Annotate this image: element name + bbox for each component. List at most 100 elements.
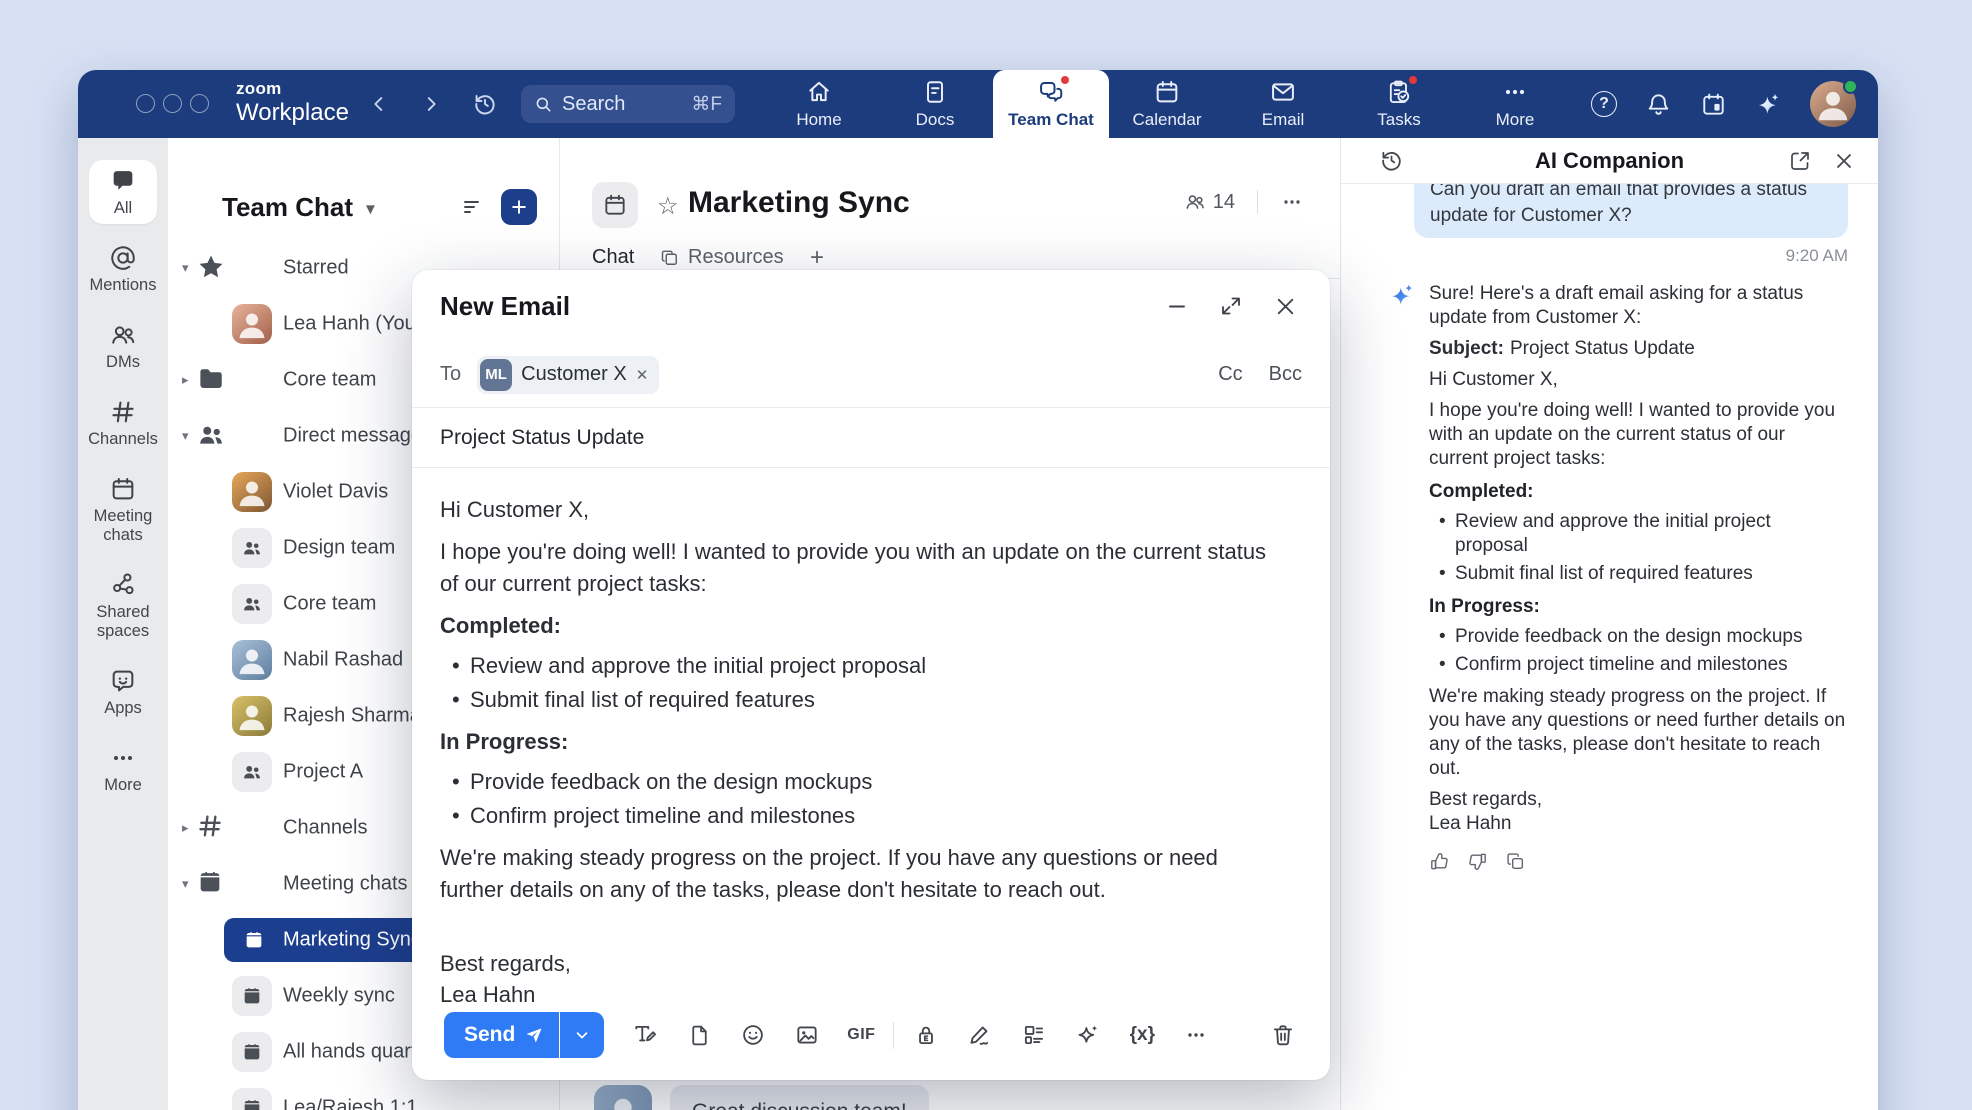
rail-item-all[interactable]: All bbox=[89, 160, 157, 224]
subject-field[interactable]: Project Status Update bbox=[412, 408, 1330, 468]
gif-icon[interactable]: GIF bbox=[834, 1013, 888, 1057]
member-count[interactable]: 14 bbox=[1184, 191, 1235, 214]
cc-button[interactable]: Cc bbox=[1218, 363, 1242, 386]
nav-tab-more[interactable]: More bbox=[1457, 70, 1573, 138]
expand-icon[interactable] bbox=[1219, 294, 1243, 318]
signature-icon[interactable] bbox=[953, 1013, 1007, 1057]
ai-response: Sure! Here's a draft email asking for a … bbox=[1429, 282, 1848, 872]
close-icon[interactable] bbox=[1832, 149, 1856, 173]
tab-chat[interactable]: Chat bbox=[592, 246, 634, 269]
list-item: Review and approve the initial project p… bbox=[440, 650, 1286, 682]
rail-item-mentions[interactable]: Mentions bbox=[90, 244, 157, 295]
bcc-button[interactable]: Bcc bbox=[1269, 363, 1302, 386]
message-bubble: Great discussion team! bbox=[670, 1085, 929, 1110]
encrypt-lock-icon[interactable] bbox=[899, 1013, 953, 1057]
channel-calendar-icon bbox=[592, 182, 638, 228]
remove-recipient-icon[interactable]: ✕ bbox=[636, 366, 649, 384]
discard-trash-icon[interactable] bbox=[1256, 1013, 1310, 1057]
caret-down-icon[interactable]: ▾ bbox=[182, 876, 189, 892]
open-external-icon[interactable] bbox=[1788, 149, 1812, 173]
tasks-badge bbox=[1407, 74, 1419, 86]
attach-file-icon[interactable] bbox=[672, 1013, 726, 1057]
toolbar-more-icon[interactable] bbox=[1169, 1013, 1223, 1057]
copy-icon[interactable] bbox=[1505, 851, 1526, 872]
thumbs-down-icon[interactable] bbox=[1467, 851, 1488, 872]
thumbs-up-icon[interactable] bbox=[1429, 851, 1450, 872]
user-avatar[interactable] bbox=[1810, 81, 1856, 127]
calendar-filled-icon bbox=[196, 868, 228, 900]
caret-down-icon[interactable]: ▾ bbox=[182, 428, 189, 444]
sidebar-item-lea-rajesh[interactable]: Lea/Rajesh 1:1 bbox=[168, 1086, 559, 1110]
image-icon[interactable] bbox=[780, 1013, 834, 1057]
text-format-icon[interactable] bbox=[618, 1013, 672, 1057]
rail-item-apps[interactable]: Apps bbox=[104, 667, 142, 718]
minimize-icon[interactable] bbox=[1165, 294, 1189, 318]
caret-right-icon[interactable]: ▸ bbox=[182, 372, 189, 388]
share-nodes-icon bbox=[109, 571, 137, 599]
nav-tab-calendar[interactable]: Calendar bbox=[1109, 70, 1225, 138]
traffic-light-minimize-icon[interactable] bbox=[163, 94, 182, 113]
template-icon[interactable] bbox=[1007, 1013, 1061, 1057]
history-icon[interactable] bbox=[472, 91, 498, 117]
traffic-light-zoom-icon[interactable] bbox=[190, 94, 209, 113]
divider bbox=[1257, 190, 1258, 214]
forward-button[interactable] bbox=[420, 93, 442, 115]
new-chat-button[interactable] bbox=[501, 189, 537, 225]
rail-item-meeting-chats[interactable]: Meeting chats bbox=[78, 475, 168, 545]
chat-filled-icon bbox=[109, 167, 137, 195]
avatar bbox=[232, 304, 272, 344]
panel-title[interactable]: Team Chat ▼ bbox=[222, 192, 378, 223]
caret-down-icon[interactable]: ▾ bbox=[182, 260, 189, 276]
nav-tab-docs[interactable]: Docs bbox=[877, 70, 993, 138]
rail-item-channels[interactable]: Channels bbox=[88, 398, 158, 449]
in-progress-list: Provide feedback on the design mockups C… bbox=[440, 766, 1286, 832]
meeting-calendar-icon bbox=[232, 976, 272, 1016]
caret-right-icon[interactable]: ▸ bbox=[182, 820, 189, 836]
meeting-calendar-icon bbox=[232, 1032, 272, 1072]
rail-item-dms[interactable]: DMs bbox=[106, 321, 140, 372]
calendar-icon bbox=[109, 475, 137, 503]
at-icon bbox=[109, 244, 137, 272]
filter-icon[interactable] bbox=[461, 195, 485, 219]
nav-tab-tasks[interactable]: Tasks bbox=[1341, 70, 1457, 138]
ai-companion-sparkle-icon[interactable] bbox=[1755, 91, 1782, 118]
variables-icon[interactable]: {x} bbox=[1115, 1013, 1169, 1057]
email-body-editor[interactable]: Hi Customer X, I hope you're doing well!… bbox=[412, 468, 1330, 1010]
people-icon bbox=[109, 321, 137, 349]
chat-message: Great discussion team! bbox=[594, 1085, 929, 1110]
add-tab-icon[interactable]: + bbox=[810, 244, 824, 272]
send-options-chevron[interactable] bbox=[560, 1012, 604, 1058]
list-item: Confirm project timeline and milestones bbox=[1429, 653, 1848, 677]
channel-more-icon[interactable] bbox=[1280, 190, 1304, 214]
notifications-bell-icon[interactable] bbox=[1645, 91, 1672, 118]
search-input[interactable]: Search ⌘F bbox=[521, 85, 735, 123]
response-signature: Best regards, Lea Hahn bbox=[1429, 788, 1848, 836]
paper-plane-icon bbox=[524, 1025, 544, 1045]
nav-tab-email[interactable]: Email bbox=[1225, 70, 1341, 138]
list-item: Provide feedback on the design mockups bbox=[1429, 625, 1848, 649]
schedule-calendar-icon[interactable] bbox=[1700, 91, 1727, 118]
rail-item-shared-spaces[interactable]: Shared spaces bbox=[78, 571, 168, 641]
tab-resources[interactable]: Resources bbox=[660, 246, 784, 269]
window-controls[interactable] bbox=[136, 94, 209, 113]
send-button[interactable]: Send bbox=[444, 1012, 604, 1058]
primary-nav: Home Docs Team Chat Calendar bbox=[761, 70, 1573, 138]
hash-icon bbox=[109, 398, 137, 426]
people-filled-icon bbox=[196, 420, 228, 452]
rail-item-more[interactable]: More bbox=[104, 744, 142, 795]
favorite-star-icon[interactable]: ☆ bbox=[657, 192, 679, 221]
close-icon[interactable] bbox=[1273, 294, 1298, 319]
emoji-icon[interactable] bbox=[726, 1013, 780, 1057]
list-item: Submit final list of required features bbox=[440, 684, 1286, 716]
divider bbox=[893, 1022, 894, 1049]
smiley-bubble-icon bbox=[109, 667, 137, 695]
nav-tab-home[interactable]: Home bbox=[761, 70, 877, 138]
history-icon[interactable] bbox=[1379, 148, 1404, 173]
traffic-light-close-icon[interactable] bbox=[136, 94, 155, 113]
help-icon[interactable]: ? bbox=[1591, 91, 1617, 117]
nav-tab-team-chat[interactable]: Team Chat bbox=[993, 70, 1109, 138]
recipient-chip[interactable]: ML Customer X ✕ bbox=[477, 356, 659, 394]
back-button[interactable] bbox=[368, 93, 390, 115]
more-icon bbox=[1501, 78, 1529, 106]
ai-compose-sparkle-icon[interactable] bbox=[1061, 1013, 1115, 1057]
